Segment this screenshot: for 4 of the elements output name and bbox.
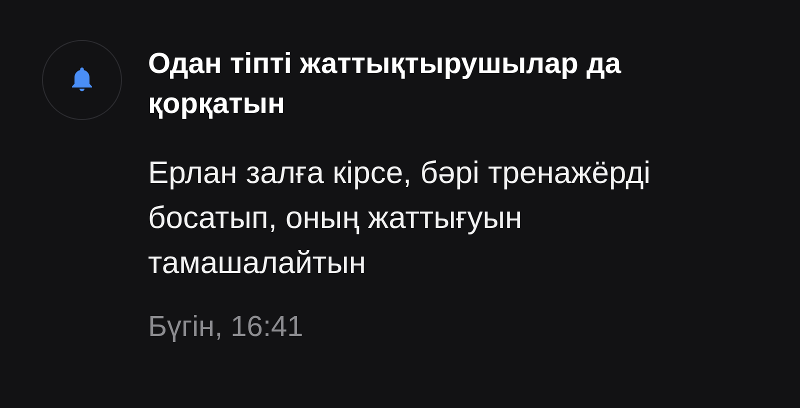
notification-body: Ерлан залға кірсе, бәрі тренажёрді босатып, оның жаттығуын тамашалайтын bbox=[148, 154, 652, 282]
notification-time: Бүгін, 16:41 bbox=[148, 310, 304, 345]
notification-card[interactable]: Одан тіпті жаттықтырушылар да қорқатын Ерлан залға кірсе, бәрі тренажёрді босатып, оның жаттығуын тамашалайтын Бүгін, 16:41 bbox=[0, 0, 800, 347]
notification-title: Одан тіпті жаттықтырушылар да қорқатын bbox=[148, 47, 622, 122]
